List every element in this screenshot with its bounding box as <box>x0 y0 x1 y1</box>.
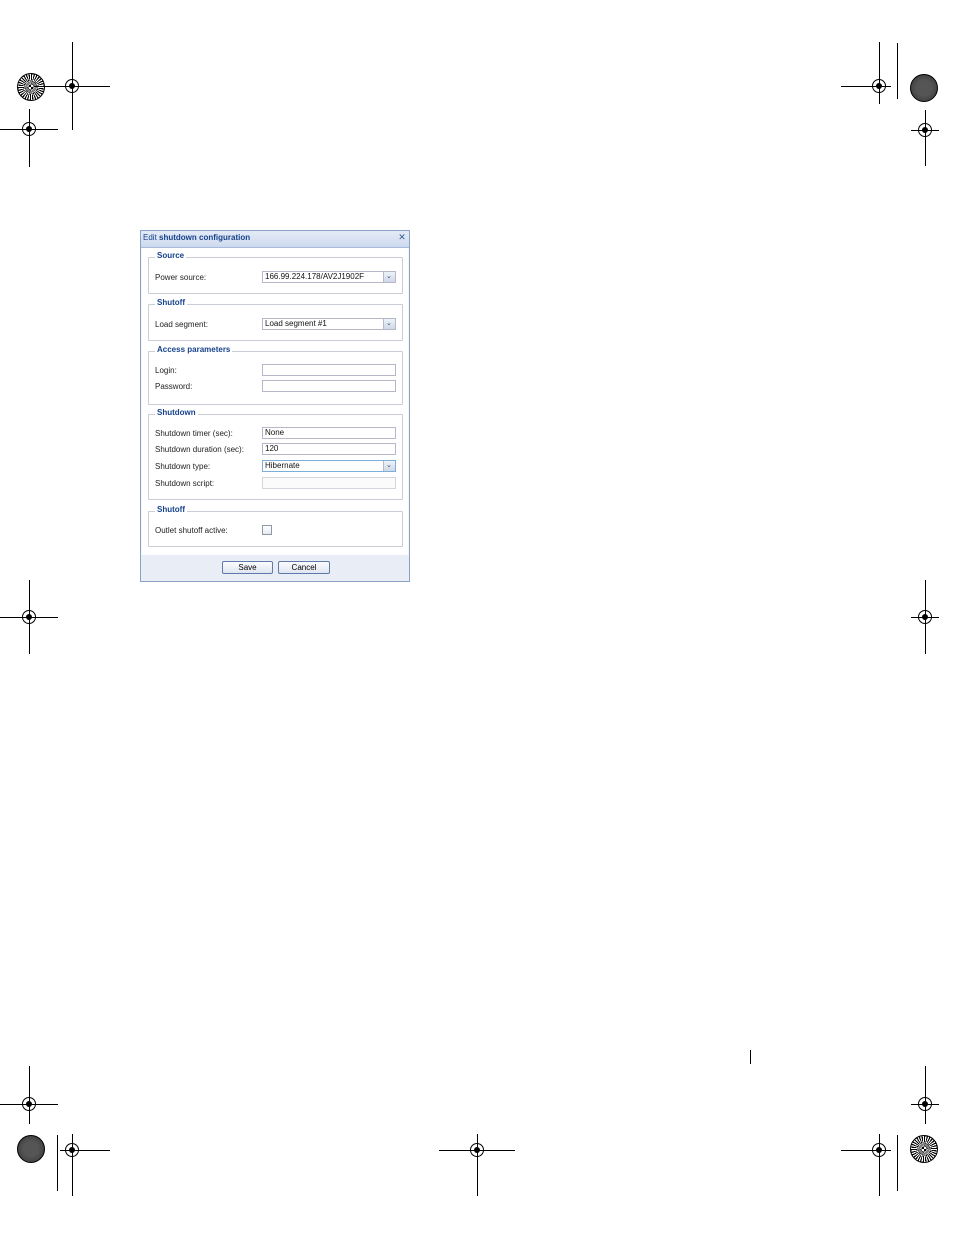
outlet-shutoff-legend: Shutoff <box>155 505 187 514</box>
registration-starburst-bottom-right <box>910 1135 938 1163</box>
dialog-title-prefix: Edit <box>143 233 160 242</box>
password-input[interactable] <box>262 380 396 392</box>
outlet-shutoff-checkbox[interactable] <box>262 525 272 535</box>
load-segment-row: Load segment: Load segment #1 ⌄ <box>155 318 396 331</box>
power-source-row: Power source: 166.99.224.178/AV2J1902F ⌄ <box>155 271 396 284</box>
shutdown-legend: Shutdown <box>155 408 198 417</box>
shutoff-legend: Shutoff <box>155 298 187 307</box>
crop-line <box>897 43 898 99</box>
password-label: Password: <box>155 382 193 391</box>
shutoff-group: Shutoff Load segment: Load segment #1 ⌄ <box>148 298 403 341</box>
shutdown-duration-input[interactable]: 120 <box>262 443 396 455</box>
login-row: Login: <box>155 364 396 377</box>
edit-shutdown-dialog: Edit shutdown configuration ✕ Source Pow… <box>140 230 410 582</box>
shutdown-duration-row: Shutdown duration (sec): 120 <box>155 443 396 456</box>
crop-line <box>897 1135 898 1191</box>
source-group: Source Power source: 166.99.224.178/AV2J… <box>148 251 403 294</box>
dialog-footer: Save Cancel <box>141 555 409 581</box>
save-button[interactable]: Save <box>222 561 273 574</box>
load-segment-select[interactable]: Load segment #1 ⌄ <box>262 318 396 330</box>
power-source-select[interactable]: 166.99.224.178/AV2J1902F ⌄ <box>262 271 396 283</box>
crop-line <box>57 1135 58 1191</box>
shutdown-type-row: Shutdown type: Hibernate ⌄ <box>155 460 396 473</box>
source-legend: Source <box>155 251 187 260</box>
access-legend: Access parameters <box>155 345 233 354</box>
shutdown-timer-label: Shutdown timer (sec): <box>155 429 233 438</box>
power-source-value: 166.99.224.178/AV2J1902F <box>265 272 365 281</box>
shutdown-timer-input[interactable]: None <box>262 427 396 439</box>
outlet-shutoff-row: Outlet shutoff active: <box>155 524 392 537</box>
load-segment-label: Load segment: <box>155 320 208 329</box>
access-parameters-group: Access parameters Login: Password: <box>148 345 403 405</box>
shutdown-type-value: Hibernate <box>265 461 300 470</box>
chevron-down-icon[interactable]: ⌄ <box>383 272 395 282</box>
chevron-down-icon[interactable]: ⌄ <box>383 461 395 471</box>
outlet-shutoff-label: Outlet shutoff active: <box>155 526 228 535</box>
registration-starburst-top-right <box>910 74 938 102</box>
load-segment-value: Load segment #1 <box>265 319 327 328</box>
dialog-titlebar[interactable]: Edit shutdown configuration ✕ <box>141 231 409 248</box>
dialog-body: Source Power source: 166.99.224.178/AV2J… <box>142 248 408 555</box>
outlet-shutoff-group: Shutoff Outlet shutoff active: <box>148 505 403 547</box>
shutdown-timer-row: Shutdown timer (sec): None <box>155 427 396 440</box>
password-row: Password: <box>155 380 396 393</box>
login-input[interactable] <box>262 364 396 376</box>
power-source-label: Power source: <box>155 273 207 282</box>
shutdown-type-select[interactable]: Hibernate ⌄ <box>262 460 396 472</box>
shutdown-script-row: Shutdown script: <box>155 477 396 490</box>
registration-starburst-top-left <box>17 73 45 101</box>
page-number-bar <box>750 1050 751 1064</box>
chevron-down-icon[interactable]: ⌄ <box>383 319 395 329</box>
cancel-button[interactable]: Cancel <box>278 561 330 574</box>
shutdown-type-label: Shutdown type: <box>155 462 211 471</box>
dialog-title-bold: shutdown configuration <box>159 233 251 242</box>
shutdown-group: Shutdown Shutdown timer (sec): None Shut… <box>148 408 403 500</box>
dialog-title: Edit shutdown configuration <box>143 233 250 242</box>
shutdown-duration-label: Shutdown duration (sec): <box>155 445 244 454</box>
registration-starburst-bottom-left <box>17 1135 45 1163</box>
shutdown-script-input[interactable] <box>262 477 396 489</box>
login-label: Login: <box>155 366 177 375</box>
close-icon[interactable]: ✕ <box>397 233 407 243</box>
shutdown-script-label: Shutdown script: <box>155 479 215 488</box>
